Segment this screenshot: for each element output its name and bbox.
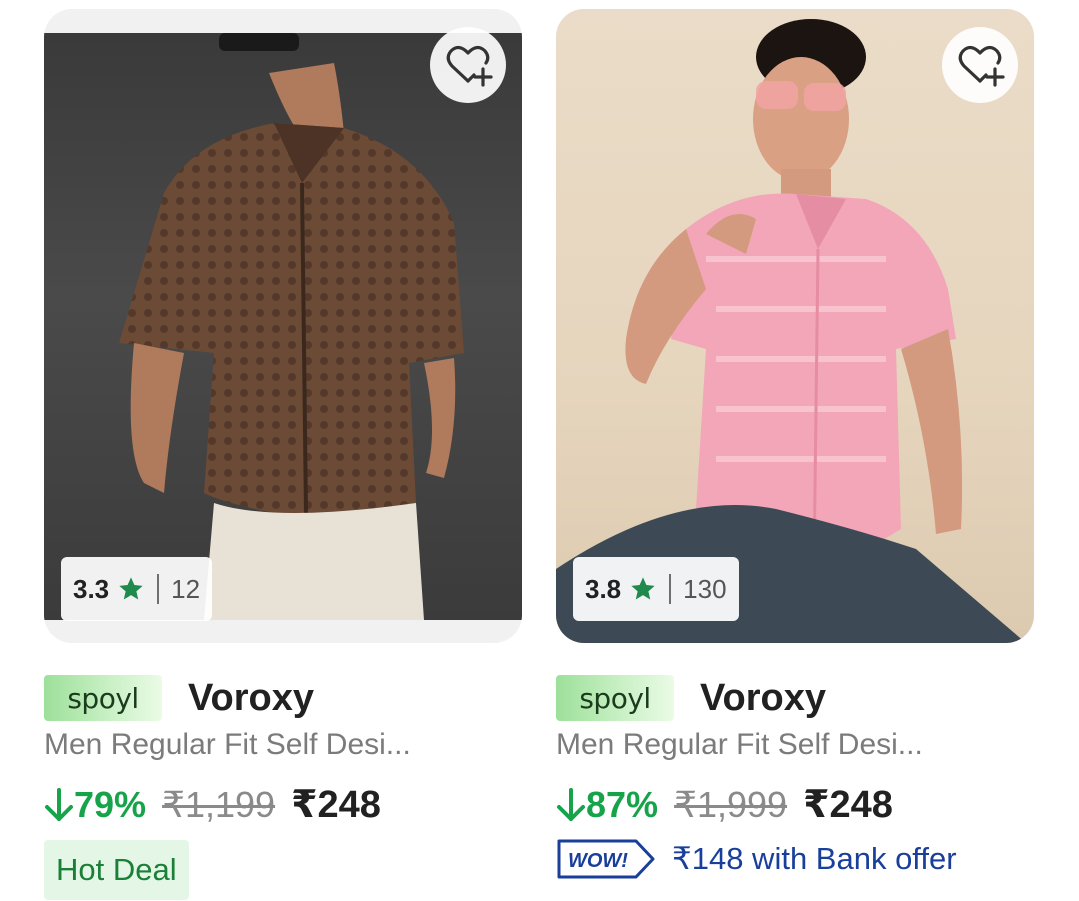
selling-price: ₹248: [291, 784, 381, 826]
rating-badge: 3.3 12: [61, 557, 213, 621]
original-price: ₹1,999: [674, 783, 788, 825]
brand-name: Voroxy: [700, 676, 827, 719]
product-photo: [556, 9, 1034, 643]
product-image[interactable]: 3.8 130: [556, 9, 1034, 643]
rating-divider: [157, 574, 160, 604]
model-in-pink-shirt-illustration: [556, 19, 1026, 643]
price-row: 79% ₹1,199 ₹248: [44, 782, 381, 827]
product-card[interactable]: 3.8 130 spoyl Voroxy Men Regular Fit Sel…: [556, 0, 1036, 901]
product-photo: [44, 33, 522, 620]
arrow-down-icon: [45, 787, 73, 821]
product-grid: 3.3 12 spoyl Voroxy Men Regular Fit Self…: [0, 0, 1079, 901]
rating-badge: 3.8 130: [573, 557, 739, 621]
hot-deal-badge: Hot Deal: [44, 840, 189, 900]
product-title[interactable]: Men Regular Fit Self Desi...: [556, 728, 923, 762]
seller-logo: spoyl: [44, 675, 162, 721]
heart-plus-icon: [958, 45, 1005, 87]
brand-name: Voroxy: [188, 676, 315, 719]
bank-offer-text: ₹148 with Bank offer: [672, 841, 957, 876]
discount-percent: 87%: [586, 783, 659, 825]
discount: 79%: [44, 784, 146, 826]
product-title[interactable]: Men Regular Fit Self Desi...: [44, 728, 411, 762]
wishlist-button[interactable]: [430, 27, 506, 103]
rating-divider: [669, 574, 672, 604]
wishlist-button[interactable]: [942, 27, 1018, 103]
product-image[interactable]: 3.3 12: [44, 9, 522, 643]
brand-row: spoyl Voroxy: [556, 672, 826, 724]
rating-value: 3.8: [585, 573, 622, 604]
seller-logo: spoyl: [556, 675, 674, 721]
discount: 87%: [556, 784, 658, 826]
brand-row: spoyl Voroxy: [44, 672, 314, 724]
star-icon: [119, 577, 143, 600]
discount-percent: 79%: [74, 783, 147, 825]
rating-value: 3.3: [73, 573, 110, 604]
model-in-brown-shirt-illustration: [119, 33, 464, 620]
arrow-down-icon: [557, 787, 585, 821]
rating-count: 12: [171, 573, 201, 604]
star-icon: [631, 577, 655, 600]
seller-logo-text: spoyl: [579, 681, 651, 715]
bank-offer[interactable]: WOW! ₹148 with Bank offer: [556, 838, 957, 880]
selling-price: ₹248: [803, 784, 893, 826]
seller-logo-text: spoyl: [67, 681, 139, 715]
rating-count: 130: [683, 573, 727, 604]
original-price: ₹1,199: [162, 783, 276, 825]
price-row: 87% ₹1,999 ₹248: [556, 782, 893, 827]
wow-badge-text: WOW!: [568, 850, 628, 872]
product-card[interactable]: 3.3 12 spoyl Voroxy Men Regular Fit Self…: [44, 0, 524, 901]
wow-badge-icon: WOW!: [557, 839, 655, 879]
heart-plus-icon: [446, 45, 493, 87]
